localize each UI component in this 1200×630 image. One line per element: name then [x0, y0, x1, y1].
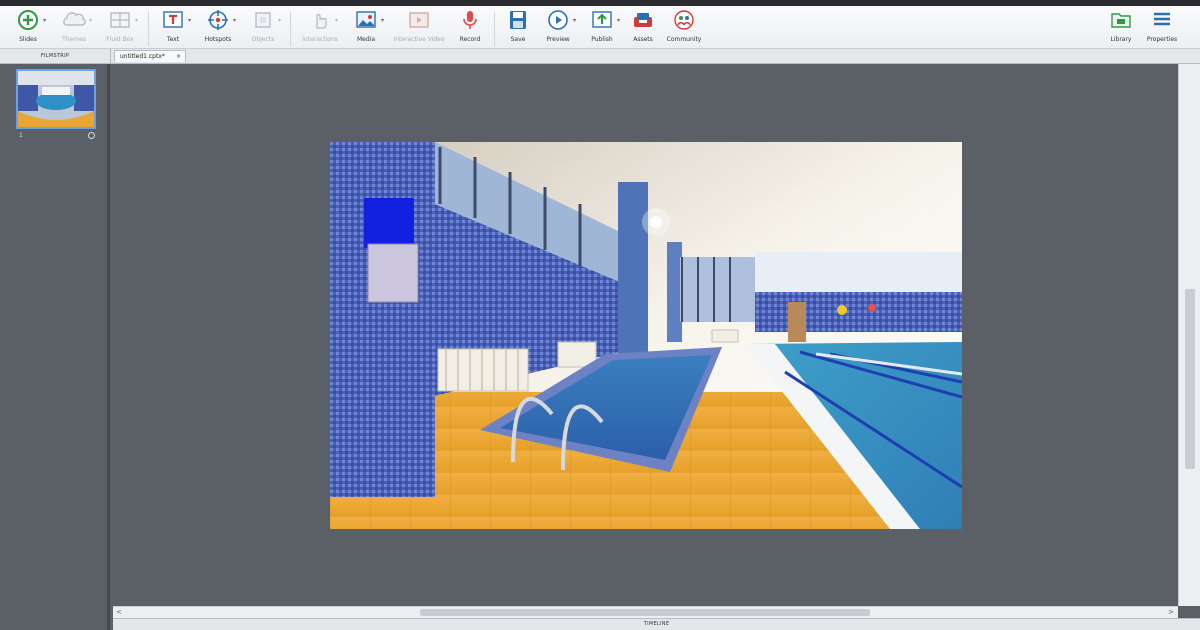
interactions-button[interactable]: ▾ Interactions	[298, 8, 342, 48]
hotspots-button[interactable]: ▾ Hotspots	[199, 8, 237, 48]
chevron-down-icon: ▾	[232, 17, 236, 24]
objects-icon	[255, 12, 271, 28]
horizontal-scroll-thumb[interactable]	[420, 609, 870, 616]
assets-label: Assets	[633, 36, 653, 43]
chevron-down-icon: ▾	[42, 17, 46, 24]
filmstrip-panel: 1	[0, 64, 110, 630]
community-icon	[674, 10, 694, 30]
interactive-video-button[interactable]: Interactive Video	[390, 8, 448, 48]
interactive-video-label: Interactive Video	[393, 36, 445, 43]
slide-timing-icon	[88, 132, 95, 139]
slide-canvas[interactable]	[330, 142, 962, 529]
hand-pointer-icon	[316, 13, 327, 29]
preview-button[interactable]: ▾ Preview	[541, 8, 576, 48]
media-label: Media	[356, 36, 376, 43]
themes-button[interactable]: ▾ Themes	[55, 8, 93, 48]
chevron-down-icon: ▾	[187, 17, 191, 24]
publish-icon	[592, 11, 612, 28]
microphone-icon	[463, 11, 477, 29]
toolbar-divider	[494, 12, 495, 46]
text-icon	[163, 11, 183, 28]
assets-icon	[634, 13, 652, 27]
themes-icon	[63, 12, 86, 26]
toolbar-divider	[290, 12, 291, 46]
publish-button[interactable]: ▾ Publish	[585, 8, 620, 48]
horizontal-scrollbar[interactable]: < >	[113, 606, 1178, 618]
properties-list-icon	[1154, 12, 1170, 26]
image-media-icon	[356, 11, 376, 28]
close-icon[interactable]: ×	[176, 51, 181, 63]
chevron-down-icon: ▾	[616, 17, 620, 24]
scroll-left-arrow[interactable]: <	[116, 608, 122, 616]
properties-label: Properties	[1146, 36, 1178, 43]
chevron-down-icon: ▾	[334, 17, 338, 24]
record-button[interactable]: Record	[455, 8, 485, 48]
save-button[interactable]: Save	[503, 8, 533, 48]
media-button[interactable]: ▾ Media	[350, 8, 384, 48]
chevron-down-icon: ▾	[88, 17, 92, 24]
community-label: Community	[666, 36, 702, 43]
tab-bar: FILMSTRIP untitled1.cptx* ×	[0, 49, 1200, 64]
community-button[interactable]: Community	[664, 8, 704, 48]
library-label: Library	[1110, 36, 1132, 43]
chevron-down-icon: ▾	[572, 17, 576, 24]
publish-label: Publish	[591, 36, 613, 43]
toolbar-divider	[148, 12, 149, 46]
objects-button[interactable]: ▾ Objects	[245, 8, 281, 48]
hotspot-crosshair-icon	[208, 10, 228, 30]
text-label: Text	[166, 36, 180, 43]
video-icon	[409, 12, 429, 28]
fluid-box-icon	[110, 12, 130, 28]
panorama-thumbnail-image	[18, 71, 94, 127]
preview-label: Preview	[546, 36, 570, 43]
filmstrip-header: FILMSTRIP	[0, 49, 111, 63]
chevron-down-icon: ▾	[134, 17, 138, 24]
save-label: Save	[510, 36, 526, 43]
library-button[interactable]: Library	[1106, 8, 1136, 48]
slides-label: Slides	[19, 36, 37, 43]
record-label: Record	[459, 36, 481, 43]
library-folder-icon	[1111, 13, 1131, 28]
add-slide-icon	[18, 10, 38, 30]
tab-label: untitled1.cptx*	[120, 53, 165, 60]
assets-button[interactable]: Assets	[628, 8, 658, 48]
tab-document[interactable]: untitled1.cptx* ×	[114, 50, 186, 62]
pool-background-image	[330, 142, 962, 529]
play-icon	[548, 10, 568, 30]
vertical-scrollbar[interactable]	[1178, 64, 1200, 606]
objects-label: Objects	[251, 36, 275, 43]
hotspots-label: Hotspots	[204, 36, 232, 43]
chevron-down-icon: ▾	[277, 17, 281, 24]
chevron-down-icon: ▾	[380, 17, 384, 24]
fluid-box-button[interactable]: ▾ Fluid Box	[101, 8, 139, 48]
themes-label: Themes	[62, 36, 86, 43]
slide-thumbnail[interactable]	[16, 69, 96, 129]
text-button[interactable]: ▾ Text	[156, 8, 191, 48]
scroll-right-arrow[interactable]: >	[1168, 608, 1174, 616]
slide-number: 1	[19, 132, 23, 139]
properties-button[interactable]: Properties	[1144, 8, 1180, 48]
vertical-scroll-thumb[interactable]	[1185, 289, 1195, 469]
interactions-label: Interactions	[302, 36, 338, 43]
stage-canvas	[113, 64, 1178, 606]
main-toolbar: ▾ Slides ▾ Themes ▾ Fluid Box ▾ Text ▾ H…	[0, 6, 1200, 49]
timeline-panel-header[interactable]: TIMELINE	[113, 618, 1200, 630]
save-disk-icon	[510, 11, 526, 29]
slides-button[interactable]: ▾ Slides	[10, 8, 46, 48]
fluid-box-label: Fluid Box	[106, 36, 134, 43]
